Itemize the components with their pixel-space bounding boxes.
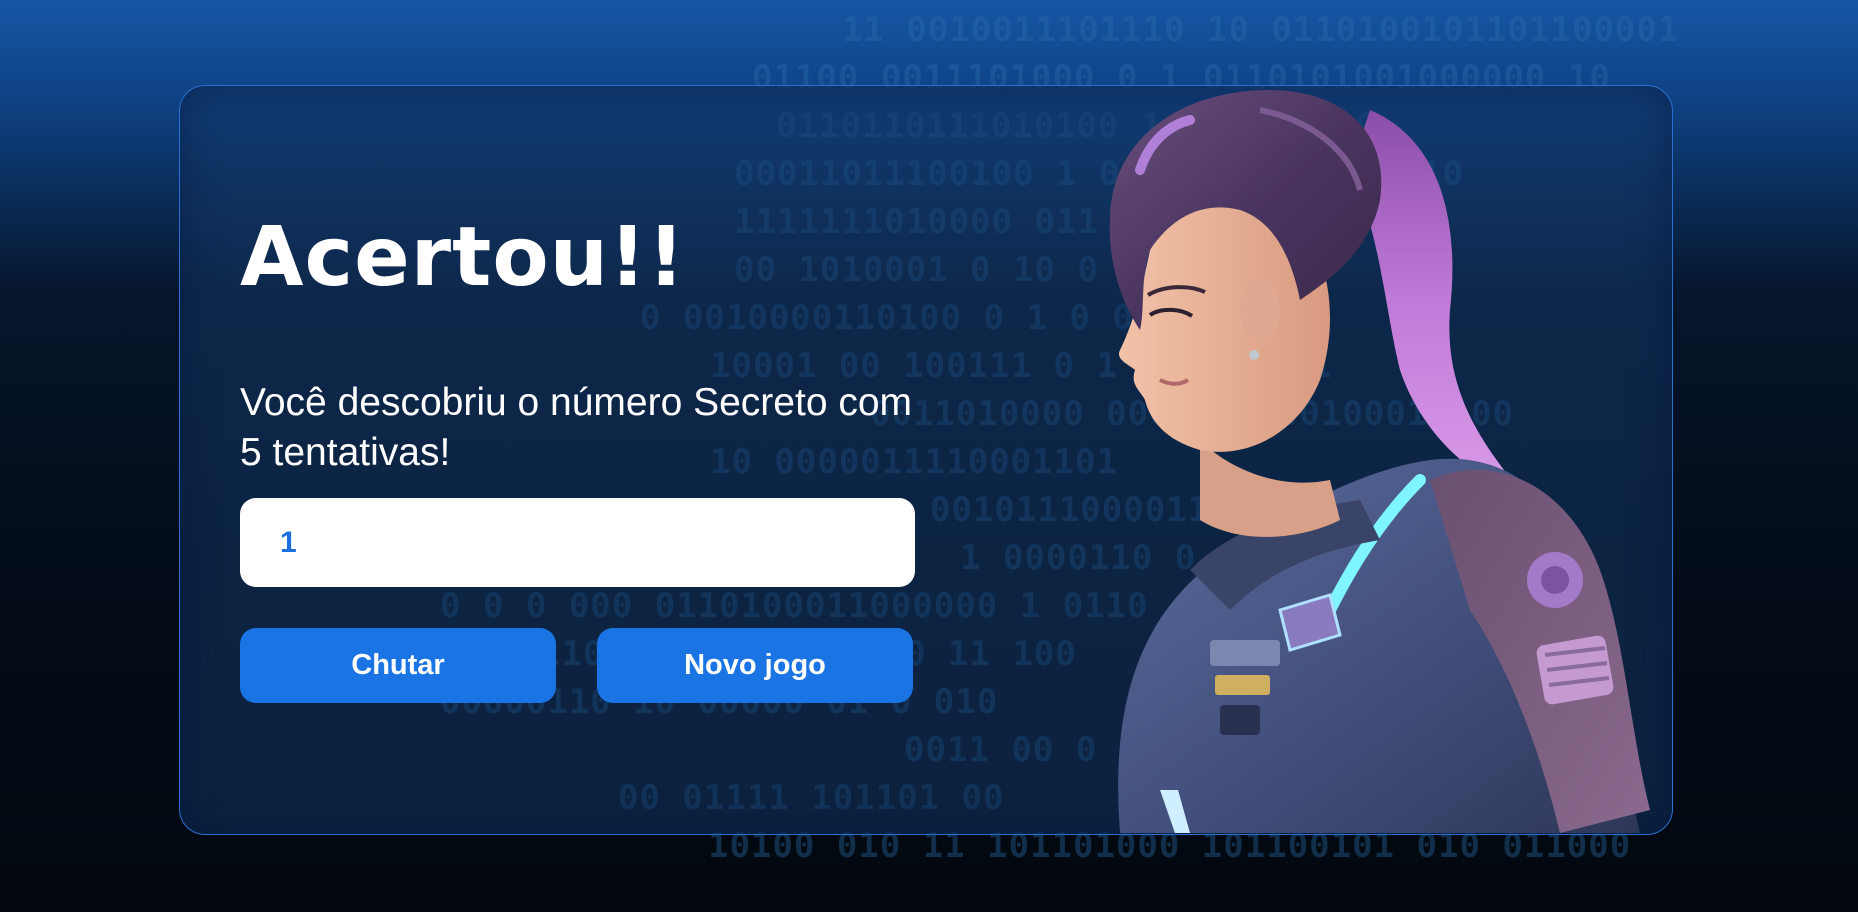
guess-input[interactable] (240, 498, 915, 587)
guess-button[interactable]: Chutar (240, 628, 556, 703)
astronaut-girl-illustration (1109, 90, 1650, 833)
result-message: Você descobriu o número Secreto com 5 te… (240, 381, 913, 474)
result-title: Acertou!! (240, 210, 686, 305)
new-game-button[interactable]: Novo jogo (597, 628, 913, 703)
binary-line: 11 0010011101110 10 0110100101101100001 (842, 10, 1680, 50)
